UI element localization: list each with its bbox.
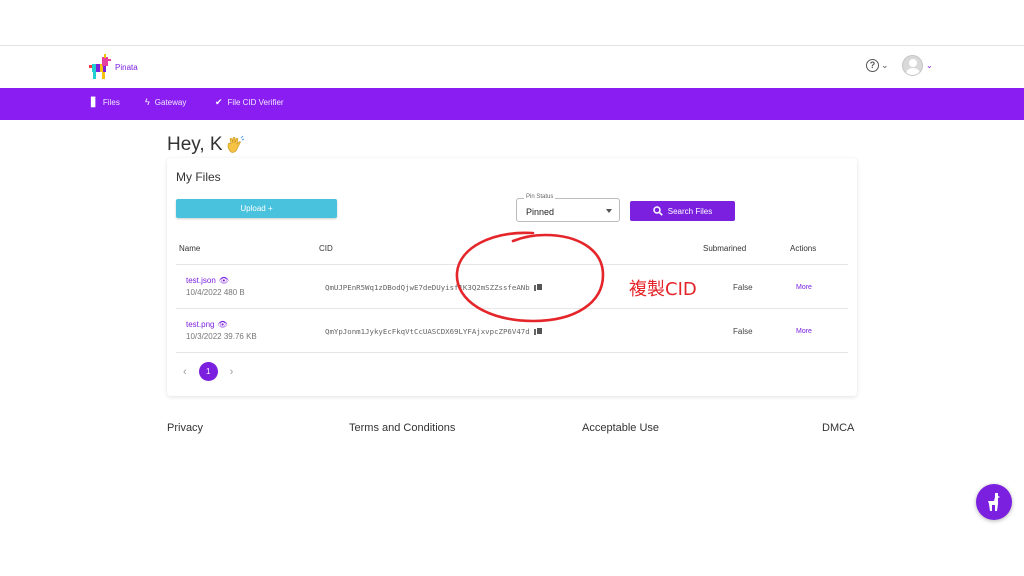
column-header-submarined: Submarined [703, 244, 747, 253]
cid-text: QmYpJonm1JykyEcFkqVtCcUASCDX69LYFAjxvpcZ… [325, 327, 530, 336]
footer-privacy-link[interactable]: Privacy [167, 422, 203, 434]
pagination: ‹ 1 › [183, 362, 233, 381]
file-date: 10/4/2022 [186, 288, 222, 297]
more-button[interactable]: More [796, 328, 812, 335]
column-header-actions: Actions [790, 244, 817, 253]
eye-icon[interactable]: 👁 [217, 320, 227, 329]
search-files-button[interactable]: Search Files [630, 201, 735, 221]
file-size: 480 B [223, 288, 245, 297]
support-chat-button[interactable] [976, 484, 1012, 520]
file-name-link[interactable]: test.png 👁 [186, 320, 228, 329]
next-page-icon[interactable]: › [230, 366, 234, 378]
column-header-cid: CID [319, 244, 333, 253]
column-header-name: Name [179, 244, 201, 253]
pin-status-select[interactable]: Pin Status Pinned [516, 194, 620, 222]
footer-terms-link[interactable]: Terms and Conditions [349, 422, 455, 434]
nav-label: Gateway [154, 97, 187, 107]
file-cid: QmYpJonm1JykyEcFkqVtCcUASCDX69LYFAjxvpcZ… [325, 327, 543, 336]
file-name: test.png [186, 320, 215, 329]
page: Pinata ? ⌄ ⌄ ▋ Files ϟ Gateway ✔ File CI… [0, 0, 1024, 576]
copy-icon[interactable] [533, 327, 543, 336]
wave-hand-icon [227, 135, 244, 153]
question-circle-icon: ? [866, 59, 879, 72]
submarined-value: False [733, 283, 753, 292]
eye-icon[interactable]: 👁 [219, 276, 229, 285]
nav-label: File CID Verifier [227, 98, 284, 107]
footer-acceptable-use-link[interactable]: Acceptable Use [582, 422, 659, 434]
search-files-label: Search Files [667, 206, 713, 216]
user-avatar-icon [902, 55, 923, 76]
file-icon: ▋ [91, 97, 98, 107]
upload-button[interactable]: Upload + [176, 199, 337, 218]
main-nav: ▋ Files ϟ Gateway ✔ File CID Verifier [0, 88, 1024, 120]
pin-status-legend: Pin Status [524, 194, 556, 200]
brand-name[interactable]: Pinata [115, 63, 138, 72]
footer-dmca-link[interactable]: DMCA [822, 422, 854, 434]
lightning-icon: ϟ [145, 97, 150, 107]
row-divider [176, 352, 848, 353]
top-header: Pinata ? ⌄ ⌄ [0, 45, 1024, 88]
file-name: test.json [186, 276, 216, 285]
help-menu[interactable]: ? ⌄ [866, 59, 889, 72]
chevron-down-icon: ⌄ [881, 60, 889, 70]
chevron-down-icon: ⌄ [926, 61, 933, 70]
pin-status-value: Pinned [526, 207, 555, 217]
more-button[interactable]: More [796, 284, 812, 291]
llama-icon [988, 493, 1000, 511]
greeting-text: Hey, K [167, 134, 223, 155]
pinata-logo-icon[interactable] [89, 54, 111, 82]
file-meta: 10/3/2022 39.76 KB [186, 332, 257, 341]
nav-item-files[interactable]: ▋ Files [91, 97, 120, 108]
card-title: My Files [176, 170, 221, 184]
file-date: 10/3/2022 [186, 332, 222, 341]
submarined-value: False [733, 327, 753, 336]
annotation-label: 複製CID [629, 279, 697, 300]
file-meta: 10/4/2022 480 B [186, 288, 245, 297]
nav-item-cid-verifier[interactable]: ✔ File CID Verifier [215, 97, 284, 108]
prev-page-icon[interactable]: ‹ [183, 366, 187, 378]
user-menu[interactable]: ⌄ [902, 55, 933, 76]
nav-label: Files [102, 98, 120, 107]
caret-down-icon [606, 209, 612, 213]
file-name-link[interactable]: test.json 👁 [186, 276, 229, 285]
double-check-icon: ✔ [215, 97, 223, 107]
greeting: Hey, K [167, 134, 245, 156]
search-icon [653, 206, 663, 216]
nav-item-gateway[interactable]: ϟ Gateway [145, 97, 186, 107]
page-button-current[interactable]: 1 [198, 362, 218, 381]
annotation-circle [455, 231, 605, 323]
file-size: 39.76 KB [223, 332, 257, 341]
